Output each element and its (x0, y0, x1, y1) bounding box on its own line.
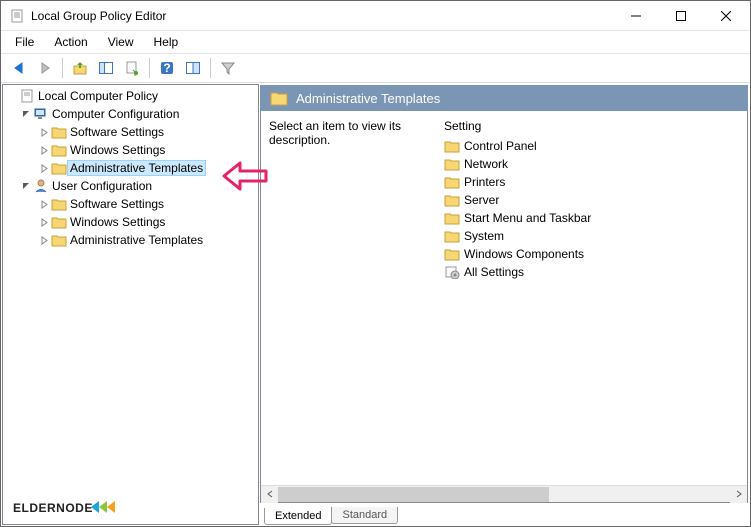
svg-text:?: ? (163, 61, 170, 75)
folder-icon (51, 216, 67, 229)
details-header-title: Administrative Templates (296, 91, 440, 106)
scroll-right-button[interactable] (730, 486, 747, 503)
tab-extended[interactable]: Extended (264, 508, 332, 525)
folder-icon (51, 198, 67, 211)
list-item[interactable]: Control Panel (444, 137, 743, 155)
folder-icon (51, 162, 67, 175)
details-pane: Administrative Templates Select an item … (260, 84, 749, 525)
folder-icon (444, 194, 460, 207)
folder-icon (51, 126, 67, 139)
list-item[interactable]: Network (444, 155, 743, 173)
list-item-label: Printers (464, 175, 505, 189)
list-item-label: All Settings (464, 265, 524, 279)
toolbar-separator (149, 58, 150, 78)
tab-standard[interactable]: Standard (331, 507, 398, 524)
list-item[interactable]: Start Menu and Taskbar (444, 209, 743, 227)
expand-icon[interactable] (37, 218, 51, 227)
tree-pane: Local Computer Policy Computer Configura… (2, 84, 259, 525)
tree-software-settings[interactable]: Software Settings (67, 196, 167, 212)
list-item-label: System (464, 229, 504, 243)
folder-icon (270, 91, 288, 106)
menubar: File Action View Help (1, 31, 750, 53)
menu-file[interactable]: File (7, 33, 42, 51)
toolbar: ? (1, 53, 750, 83)
menu-help[interactable]: Help (146, 33, 187, 51)
expand-icon[interactable] (37, 146, 51, 155)
help-button[interactable]: ? (155, 56, 179, 80)
forward-button[interactable] (33, 56, 57, 80)
list-item[interactable]: Printers (444, 173, 743, 191)
folder-icon (51, 144, 67, 157)
minimize-button[interactable] (613, 1, 658, 30)
details-header: Administrative Templates (260, 85, 748, 111)
collapse-icon[interactable] (19, 182, 33, 191)
collapse-icon[interactable] (19, 110, 33, 119)
tree-windows-settings[interactable]: Windows Settings (67, 142, 168, 158)
app-icon (9, 8, 25, 24)
filter-button[interactable] (216, 56, 240, 80)
list-item[interactable]: Windows Components (444, 245, 743, 263)
folder-icon (444, 158, 460, 171)
folder-icon (444, 230, 460, 243)
show-hide-tree-button[interactable] (94, 56, 118, 80)
folder-icon (444, 248, 460, 261)
menu-action[interactable]: Action (46, 33, 95, 51)
properties-button[interactable] (181, 56, 205, 80)
expand-icon[interactable] (37, 236, 51, 245)
toolbar-separator (62, 58, 63, 78)
toolbar-separator (210, 58, 211, 78)
policy-icon (19, 88, 35, 104)
maximize-button[interactable] (658, 1, 703, 30)
description-text: Select an item to view its description. (269, 119, 444, 498)
expand-icon[interactable] (37, 128, 51, 137)
window-title: Local Group Policy Editor (31, 9, 613, 23)
computer-config-icon (33, 106, 49, 122)
list-item-label: Server (464, 193, 499, 207)
export-list-button[interactable] (120, 56, 144, 80)
list-item[interactable]: System (444, 227, 743, 245)
scroll-left-button[interactable] (261, 486, 278, 503)
list-item-label: Windows Components (464, 247, 584, 261)
folder-icon (444, 176, 460, 189)
tree-windows-settings[interactable]: Windows Settings (67, 214, 168, 230)
setting-column-header[interactable]: Setting (444, 119, 743, 137)
list-item-label: Control Panel (464, 139, 537, 153)
close-button[interactable] (703, 1, 748, 30)
list-item[interactable]: Server (444, 191, 743, 209)
tree-computer-config[interactable]: Computer Configuration (49, 106, 182, 122)
eldernode-logo: ELDERNODE (13, 495, 117, 518)
tree-admin-templates[interactable]: Administrative Templates (67, 232, 206, 248)
menu-view[interactable]: View (100, 33, 142, 51)
folder-icon (51, 234, 67, 247)
scroll-track[interactable] (278, 486, 730, 503)
folder-icon (444, 212, 460, 225)
horizontal-scrollbar[interactable] (261, 485, 747, 502)
tree-software-settings[interactable]: Software Settings (67, 124, 167, 140)
tree-user-config[interactable]: User Configuration (49, 178, 155, 194)
back-button[interactable] (7, 56, 31, 80)
list-item-label: Network (464, 157, 508, 171)
expand-icon[interactable] (37, 164, 51, 173)
settings-icon (444, 265, 460, 279)
folder-icon (444, 140, 460, 153)
tree-root[interactable]: Local Computer Policy (35, 88, 161, 104)
list-item-label: Start Menu and Taskbar (464, 211, 591, 225)
scroll-thumb[interactable] (278, 487, 549, 502)
list-item[interactable]: All Settings (444, 263, 743, 281)
expand-icon[interactable] (37, 200, 51, 209)
up-button[interactable] (68, 56, 92, 80)
tabs-bar: Extended Standard (260, 503, 749, 525)
user-config-icon (33, 178, 49, 194)
titlebar: Local Group Policy Editor (1, 1, 750, 31)
tree-admin-templates[interactable]: Administrative Templates (67, 160, 206, 176)
